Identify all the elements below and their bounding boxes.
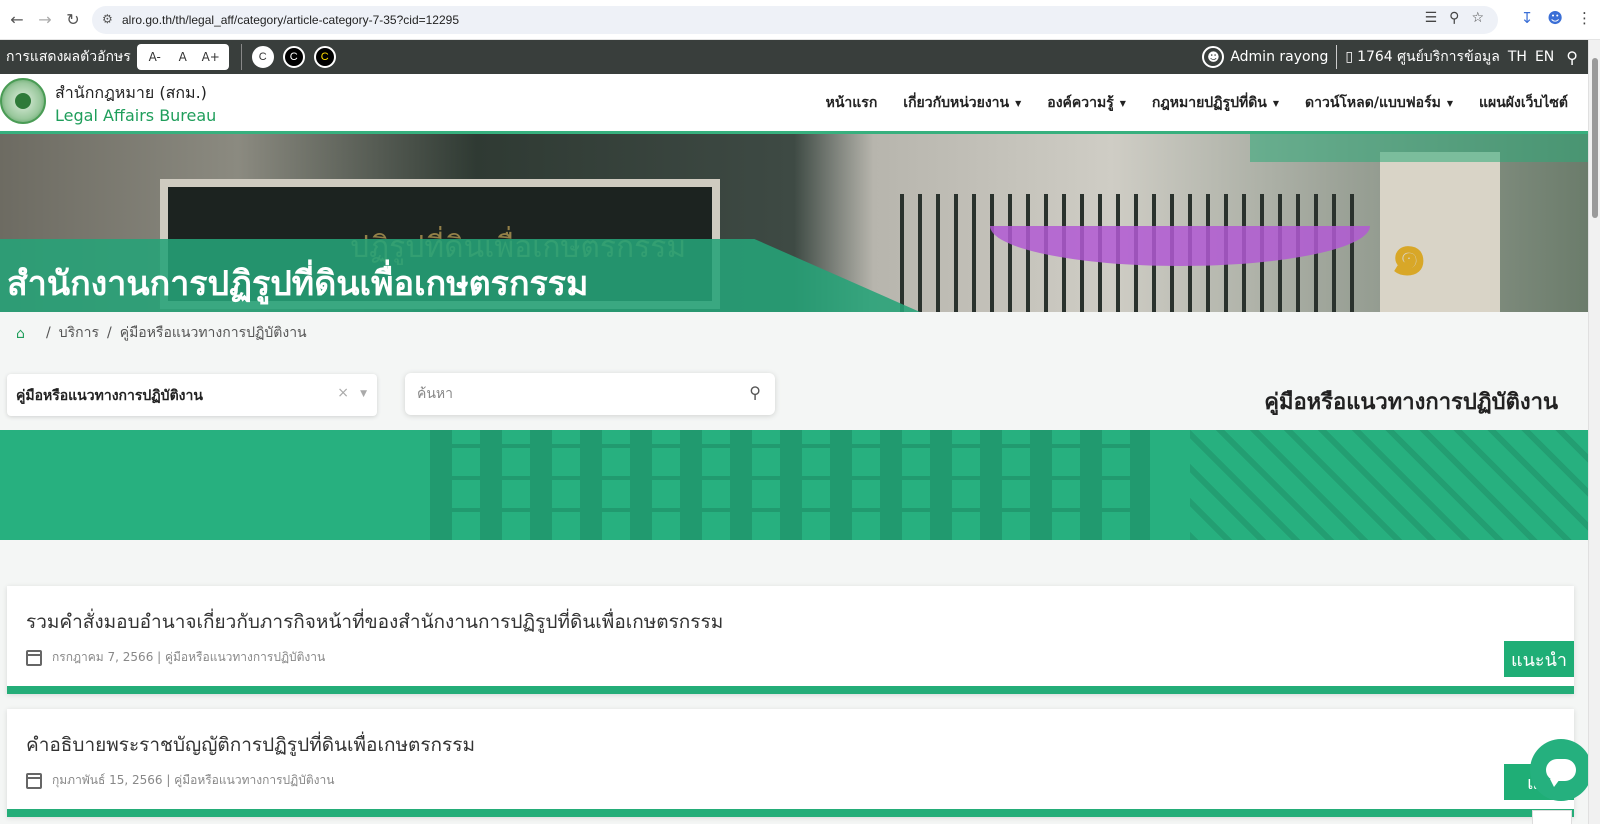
category-select-value: คู่มือหรือแนวทางการปฏิบัติงาน <box>16 388 203 404</box>
menu-icon[interactable]: ⋮ <box>1577 9 1592 27</box>
font-size-label: การแสดงผลตัวอักษร <box>6 49 131 65</box>
scrollbar-thumb[interactable] <box>1592 58 1598 218</box>
contrast-normal-button[interactable]: C <box>251 46 274 68</box>
site-info-icon[interactable]: ⚙ <box>102 12 116 26</box>
hotline-text: 1764 ศูนย์บริการข้อมูล <box>1357 49 1500 65</box>
article-card[interactable]: รวมคำสั่งมอบอำนาจเกี่ยวกับภารกิจหน้าที่ข… <box>7 586 1574 694</box>
download-icon[interactable]: ↧ <box>1521 9 1534 27</box>
bookmark-star-icon[interactable]: ☆ <box>1471 10 1484 26</box>
site-header: สำนักกฎหมาย (สกม.) Legal Affairs Bureau … <box>0 74 1588 132</box>
brand-name-en[interactable]: Legal Affairs Bureau <box>55 106 216 125</box>
article-date-category: กรกฎาคม 7, 2566 | คู่มือหรือแนวทางการปฏิ… <box>52 650 326 664</box>
agency-logo[interactable] <box>0 78 46 124</box>
band-texture <box>430 430 1150 540</box>
reload-icon[interactable]: ↻ <box>62 9 84 31</box>
chat-widget-tab[interactable] <box>1532 810 1572 824</box>
chat-widget-button[interactable] <box>1530 739 1592 801</box>
chevron-down-icon[interactable]: ▼ <box>360 389 367 399</box>
caret-down-icon: ▼ <box>1272 98 1280 108</box>
hero-banner: ปฏิรูปที่ดินเพื่อเกษตรกรรม ๑ สำนักงานการ… <box>0 134 1588 312</box>
card-accent-bar <box>7 809 1574 817</box>
recommended-badge[interactable]: แนะนำ <box>1504 641 1574 677</box>
search-box: ⚲ <box>405 373 775 415</box>
phone-icon: ▯ <box>1345 49 1354 65</box>
article-meta: กรกฎาคม 7, 2566 | คู่มือหรือแนวทางการปฏิ… <box>26 648 325 667</box>
category-select[interactable]: คู่มือหรือแนวทางการปฏิบัติงาน × ▼ <box>7 374 377 416</box>
band-texture <box>1190 430 1588 540</box>
clear-icon[interactable]: × <box>337 385 349 401</box>
nav-download[interactable]: ดาวน์โหลด/แบบฟอร์ม ▼ <box>1305 92 1453 114</box>
brand-name-th[interactable]: สำนักกฎหมาย (สกม.) <box>55 81 207 106</box>
profile-icon[interactable]: ☻ <box>1547 9 1563 27</box>
user-name-link[interactable]: Admin rayong <box>1230 49 1328 65</box>
nav-land-reform-law[interactable]: กฎหมายปฏิรูปที่ดิน ▼ <box>1152 92 1279 114</box>
back-icon[interactable]: ← <box>6 9 28 31</box>
article-date-category: กุมภาพันธ์ 15, 2566 | คู่มือหรือแนวทางกา… <box>52 773 335 787</box>
lang-th-link[interactable]: TH <box>1508 49 1527 65</box>
browser-toolbar: ← → ↻ ⚙ alro.go.th/th/legal_aff/category… <box>0 0 1600 40</box>
article-meta: กุมภาพันธ์ 15, 2566 | คู่มือหรือแนวทางกา… <box>26 771 334 790</box>
article-card[interactable]: คำอธิบายพระราชบัญญัติการปฏิรูปที่ดินเพื่… <box>7 709 1574 817</box>
address-bar[interactable]: ⚙ alro.go.th/th/legal_aff/category/artic… <box>92 6 1498 34</box>
breadcrumb-separator: / <box>46 325 51 341</box>
calendar-icon <box>26 649 42 666</box>
nav-about[interactable]: เกี่ยวกับหน่วยงาน ▼ <box>903 92 1021 114</box>
accessibility-bar: การแสดงผลตัวอักษร A- A A+ C C C ☻ Admin … <box>0 40 1588 74</box>
banner-accent-strip <box>1250 134 1588 162</box>
search-input[interactable] <box>417 381 717 407</box>
banner-plate-number: ๑ <box>1390 219 1429 289</box>
forward-icon[interactable]: → <box>34 9 56 31</box>
url-text: alro.go.th/th/legal_aff/category/article… <box>122 13 459 27</box>
home-icon[interactable]: ⌂ <box>16 326 30 342</box>
contrast-yellow-button[interactable]: C <box>313 46 336 68</box>
divider <box>240 44 242 70</box>
page-scrollbar[interactable] <box>1588 40 1600 824</box>
translate-icon[interactable]: ☰ <box>1425 10 1438 26</box>
nav-sitemap[interactable]: แผนผังเว็บไซต์ <box>1479 92 1568 114</box>
font-normal-button[interactable]: A <box>169 50 197 64</box>
decorative-band <box>0 430 1588 540</box>
section-title: คู่มือหรือแนวทางการปฏิบัติงาน <box>1264 390 1558 415</box>
breadcrumb-separator: / <box>106 325 112 341</box>
article-title[interactable]: คำอธิบายพระราชบัญญัติการปฏิรูปที่ดินเพื่… <box>26 730 475 760</box>
breadcrumb-item-services[interactable]: บริการ <box>59 322 99 344</box>
breadcrumb: ⌂ / บริการ / คู่มือหรือแนวทางการปฏิบัติง… <box>16 322 307 344</box>
divider <box>1336 45 1338 69</box>
zoom-icon[interactable]: ⚲ <box>1449 10 1459 26</box>
page-title: สำนักงานการปฏิรูปที่ดินเพื่อเกษตรกรรม <box>7 264 589 304</box>
chat-icon <box>1546 759 1576 787</box>
article-title[interactable]: รวมคำสั่งมอบอำนาจเกี่ยวกับภารกิจหน้าที่ข… <box>26 607 723 637</box>
caret-down-icon: ▼ <box>1446 98 1453 108</box>
calendar-icon <box>26 772 42 789</box>
card-accent-bar <box>7 686 1574 694</box>
search-icon[interactable]: ⚲ <box>1566 48 1578 67</box>
user-avatar-icon[interactable]: ☻ <box>1202 46 1225 68</box>
main-nav: หน้าแรก เกี่ยวกับหน่วยงาน ▼ องค์ความรู้ ▼ … <box>826 92 1568 114</box>
font-size-group: A- A A+ <box>136 44 229 70</box>
caret-down-icon: ▼ <box>1119 98 1126 108</box>
font-decrease-button[interactable]: A- <box>141 50 169 64</box>
nav-knowledge[interactable]: องค์ความรู้ ▼ <box>1047 92 1126 114</box>
nav-home[interactable]: หน้าแรก <box>826 92 878 114</box>
search-icon[interactable]: ⚲ <box>749 383 761 402</box>
caret-down-icon: ▼ <box>1015 98 1022 108</box>
font-increase-button[interactable]: A+ <box>197 50 225 64</box>
breadcrumb-item-current: คู่มือหรือแนวทางการปฏิบัติงาน <box>119 325 307 341</box>
contrast-dark-button[interactable]: C <box>282 46 305 68</box>
lang-en-link[interactable]: EN <box>1535 49 1554 65</box>
